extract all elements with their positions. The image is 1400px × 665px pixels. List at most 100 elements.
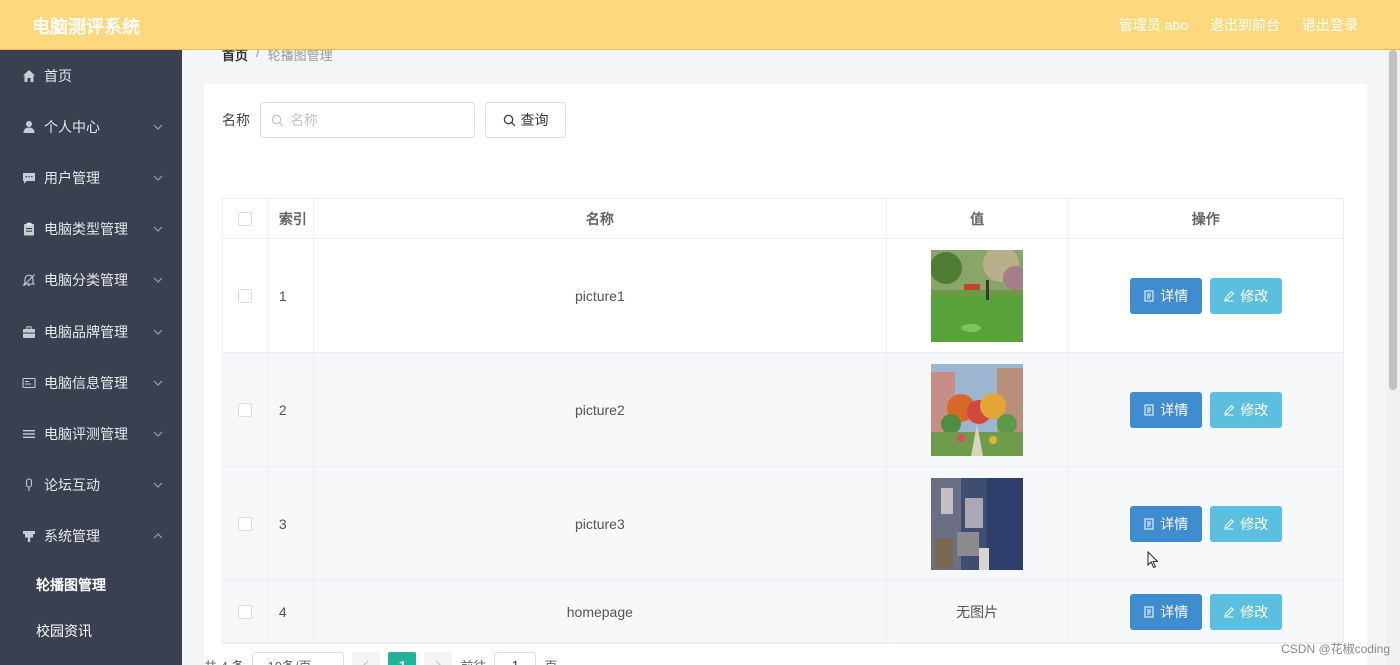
breadcrumb-home[interactable]: 首页 — [222, 50, 248, 64]
pencil-icon — [1224, 606, 1235, 617]
row-value-cell — [887, 353, 1069, 466]
pagination: 共 4 条 10条/页 1 前往 1 页 — [204, 652, 558, 665]
detail-button[interactable]: 详情 — [1129, 593, 1202, 630]
query-button[interactable]: 查询 — [485, 102, 566, 138]
goto-page-input[interactable]: 1 — [494, 652, 537, 665]
row-ops-cell: 详情 修改 — [1069, 467, 1344, 580]
campus-garden-image[interactable] — [931, 363, 1024, 456]
chevron-down-icon — [153, 431, 163, 437]
edit-button[interactable]: 修改 — [1209, 505, 1282, 542]
sidebar-item-computer-type[interactable]: 电脑类型管理 — [0, 204, 182, 255]
sidebar-item-user-management[interactable]: 用户管理 — [0, 152, 182, 203]
row-checkbox[interactable] — [238, 288, 253, 303]
sidebar-item-label: 电脑评测管理 — [44, 425, 128, 442]
table-row: 1 picture1 详情 修改 — [223, 239, 1343, 353]
sidebar-item-label: 电脑类型管理 — [44, 221, 128, 238]
row-ops-cell: 详情 修改 — [1069, 239, 1344, 352]
search-icon — [271, 114, 284, 126]
breadcrumb-separator: / — [256, 50, 260, 60]
sidebar-item-computer-review[interactable]: 电脑评测管理 — [0, 408, 182, 459]
breadcrumb: 首页 / 轮播图管理 — [222, 50, 333, 64]
sidebar-item-label: 电脑品牌管理 — [44, 323, 128, 340]
pencil-icon — [1224, 290, 1235, 301]
chevron-down-icon — [153, 124, 163, 130]
document-icon — [1144, 290, 1154, 301]
chat-icon — [22, 171, 36, 185]
table-row: 3 picture3 详情 修改 — [223, 467, 1343, 581]
table-header-row: 索引 名称 值 操作 — [223, 199, 1343, 239]
header-check-cell — [223, 199, 269, 238]
row-value-cell — [887, 239, 1069, 352]
bell-off-icon — [22, 273, 36, 287]
chevron-right-icon — [436, 660, 442, 665]
row-index: 3 — [269, 467, 314, 580]
row-name: homepage — [314, 581, 887, 642]
row-check-cell — [223, 581, 269, 642]
sidebar: 首页 个人中心 用户管理 电脑类型管理 电脑分类管理 电脑品牌管理 电脑信息管理… — [0, 50, 182, 665]
sidebar-item-system-management[interactable]: 系统管理 — [0, 511, 182, 562]
user-icon — [22, 120, 36, 134]
detail-button[interactable]: 详情 — [1129, 505, 1202, 542]
table-row: 2 picture2 详情 修改 — [223, 353, 1343, 467]
sidebar-item-label: 系统管理 — [44, 528, 100, 545]
sidebar-item-computer-info[interactable]: 电脑信息管理 — [0, 357, 182, 408]
sidebar-item-personal-center[interactable]: 个人中心 — [0, 101, 182, 152]
admin-user-label[interactable]: 管理员 abo — [1119, 15, 1188, 35]
pencil-icon — [1224, 404, 1235, 415]
row-checkbox[interactable] — [238, 516, 253, 531]
document-icon — [1144, 404, 1154, 415]
building-blur-image[interactable] — [931, 477, 1024, 570]
next-page-button[interactable] — [424, 652, 453, 665]
chevron-down-icon — [153, 277, 163, 284]
document-icon — [1144, 518, 1154, 529]
detail-label: 详情 — [1160, 515, 1189, 532]
sidebar-item-forum[interactable]: 论坛互动 — [0, 460, 182, 511]
main-content: 首页 / 轮播图管理 名称 查询 索引 名称 值 操作 — [182, 50, 1386, 665]
prev-page-button[interactable] — [352, 652, 381, 665]
detail-label: 详情 — [1160, 287, 1189, 304]
header-index: 索引 — [269, 199, 314, 238]
name-search-input[interactable] — [290, 112, 460, 128]
edit-button[interactable]: 修改 — [1209, 391, 1282, 428]
sidebar-subitem-carousel[interactable]: 轮播图管理 — [0, 562, 182, 608]
sidebar-item-home[interactable]: 首页 — [0, 50, 182, 101]
row-index: 4 — [269, 581, 314, 642]
row-value-text: 无图片 — [887, 581, 1069, 642]
exit-to-front-link[interactable]: 退出到前台 — [1210, 15, 1280, 35]
row-index: 2 — [269, 353, 314, 466]
data-table: 索引 名称 值 操作 1 picture1 详情 修改 2 picture2 详… — [222, 198, 1344, 644]
logout-link[interactable]: 退出登录 — [1302, 15, 1358, 35]
row-checkbox[interactable] — [238, 604, 253, 619]
sidebar-item-computer-brand[interactable]: 电脑品牌管理 — [0, 306, 182, 357]
select-all-checkbox[interactable] — [238, 211, 253, 226]
edit-button[interactable]: 修改 — [1209, 277, 1282, 314]
page-size-select[interactable]: 10条/页 — [252, 652, 345, 665]
pencil-icon — [1224, 518, 1235, 529]
goto-suffix: 页 — [544, 656, 557, 665]
row-ops-cell: 详情 修改 — [1069, 353, 1344, 466]
row-ops-cell: 详情 修改 — [1069, 581, 1344, 642]
sidebar-item-computer-category[interactable]: 电脑分类管理 — [0, 255, 182, 306]
page-number-current[interactable]: 1 — [388, 652, 417, 665]
briefcase-icon — [22, 325, 36, 339]
chevron-down-icon — [153, 482, 163, 488]
sidebar-item-label: 论坛互动 — [44, 477, 100, 494]
document-icon — [1144, 606, 1154, 617]
row-checkbox[interactable] — [238, 402, 253, 417]
content-card: 名称 查询 索引 名称 值 操作 1 picture1 — [204, 84, 1367, 665]
chevron-down-icon — [153, 380, 163, 386]
sidebar-subitem-campus-news[interactable]: 校园资讯 — [0, 608, 182, 654]
header-name: 名称 — [314, 199, 887, 238]
detail-button[interactable]: 详情 — [1129, 391, 1202, 428]
park-lawn-image[interactable] — [931, 249, 1024, 342]
mouse-cursor-icon — [1147, 551, 1159, 569]
detail-button[interactable]: 详情 — [1129, 277, 1202, 314]
edit-button[interactable]: 修改 — [1209, 593, 1282, 630]
app-title: 电脑测评系统 — [32, 17, 140, 37]
table-row: 4 homepage 无图片 详情 修改 — [223, 581, 1343, 643]
top-links: 管理员 abo 退出到前台 退出登录 — [1119, 15, 1358, 35]
vertical-scrollbar[interactable] — [1386, 50, 1400, 665]
home-icon — [22, 69, 36, 83]
scrollbar-thumb[interactable] — [1389, 50, 1397, 390]
search-row: 名称 查询 — [222, 102, 566, 138]
